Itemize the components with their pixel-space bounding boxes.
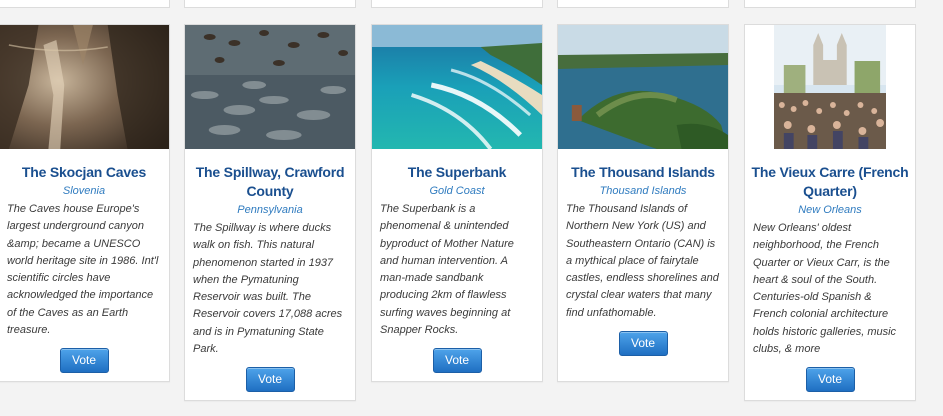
vote-button[interactable]: Vote	[432, 348, 482, 374]
attraction-location: Thousand Islands	[599, 185, 687, 197]
attraction-title[interactable]: The Skocjan Caves	[5, 163, 163, 182]
attractions-grid: The Skocjan Caves Slovenia The Caves hou…	[0, 0, 943, 416]
attraction-description: The Caves house Europe's largest undergr…	[7, 203, 159, 337]
attraction-photo-thousand-islands[interactable]	[558, 25, 728, 149]
attraction-title[interactable]: The Vieux Carre (French Quarter)	[751, 163, 909, 201]
attraction-photo-caves[interactable]	[0, 25, 169, 149]
attraction-description: New Orleans' oldest neighborhood, the Fr…	[753, 222, 897, 356]
previous-row-card-edge	[0, 0, 170, 8]
attraction-card: The Superbank Gold Coast The Superbank i…	[371, 24, 543, 382]
attraction-location: Gold Coast	[429, 185, 485, 197]
attraction-description: The Thousand Islands of Northern New Yor…	[566, 203, 719, 319]
attraction-title[interactable]: The Spillway, Crawford County	[191, 163, 349, 201]
attraction-description: The Spillway is where ducks walk on fish…	[193, 222, 343, 356]
attraction-photo-superbank[interactable]	[372, 25, 542, 149]
attraction-photo-spillway[interactable]	[185, 25, 355, 149]
previous-row-card-edge	[371, 0, 543, 8]
attraction-location: New Orleans	[798, 204, 862, 216]
attraction-title[interactable]: The Thousand Islands	[564, 163, 722, 182]
attraction-location: Pennsylvania	[237, 204, 303, 216]
previous-row-card-edge	[184, 0, 356, 8]
previous-row-card-edge	[744, 0, 916, 8]
vote-button[interactable]: Vote	[618, 331, 668, 357]
attraction-card: The Spillway, Crawford County Pennsylvan…	[184, 24, 356, 401]
attraction-photo-vieux-carre[interactable]	[774, 25, 886, 149]
attraction-location: Slovenia	[62, 185, 106, 197]
attraction-card: The Thousand Islands Thousand Islands Th…	[557, 24, 729, 382]
vote-button[interactable]: Vote	[245, 367, 295, 393]
attraction-title[interactable]: The Superbank	[378, 163, 536, 182]
attraction-card: The Skocjan Caves Slovenia The Caves hou…	[0, 24, 170, 382]
vote-button[interactable]: Vote	[805, 367, 855, 393]
attraction-description: The Superbank is a phenomenal & unintend…	[380, 203, 514, 337]
vote-button[interactable]: Vote	[59, 348, 109, 374]
attraction-card: The Vieux Carre (French Quarter) New Orl…	[744, 24, 916, 401]
previous-row-card-edge	[557, 0, 729, 8]
